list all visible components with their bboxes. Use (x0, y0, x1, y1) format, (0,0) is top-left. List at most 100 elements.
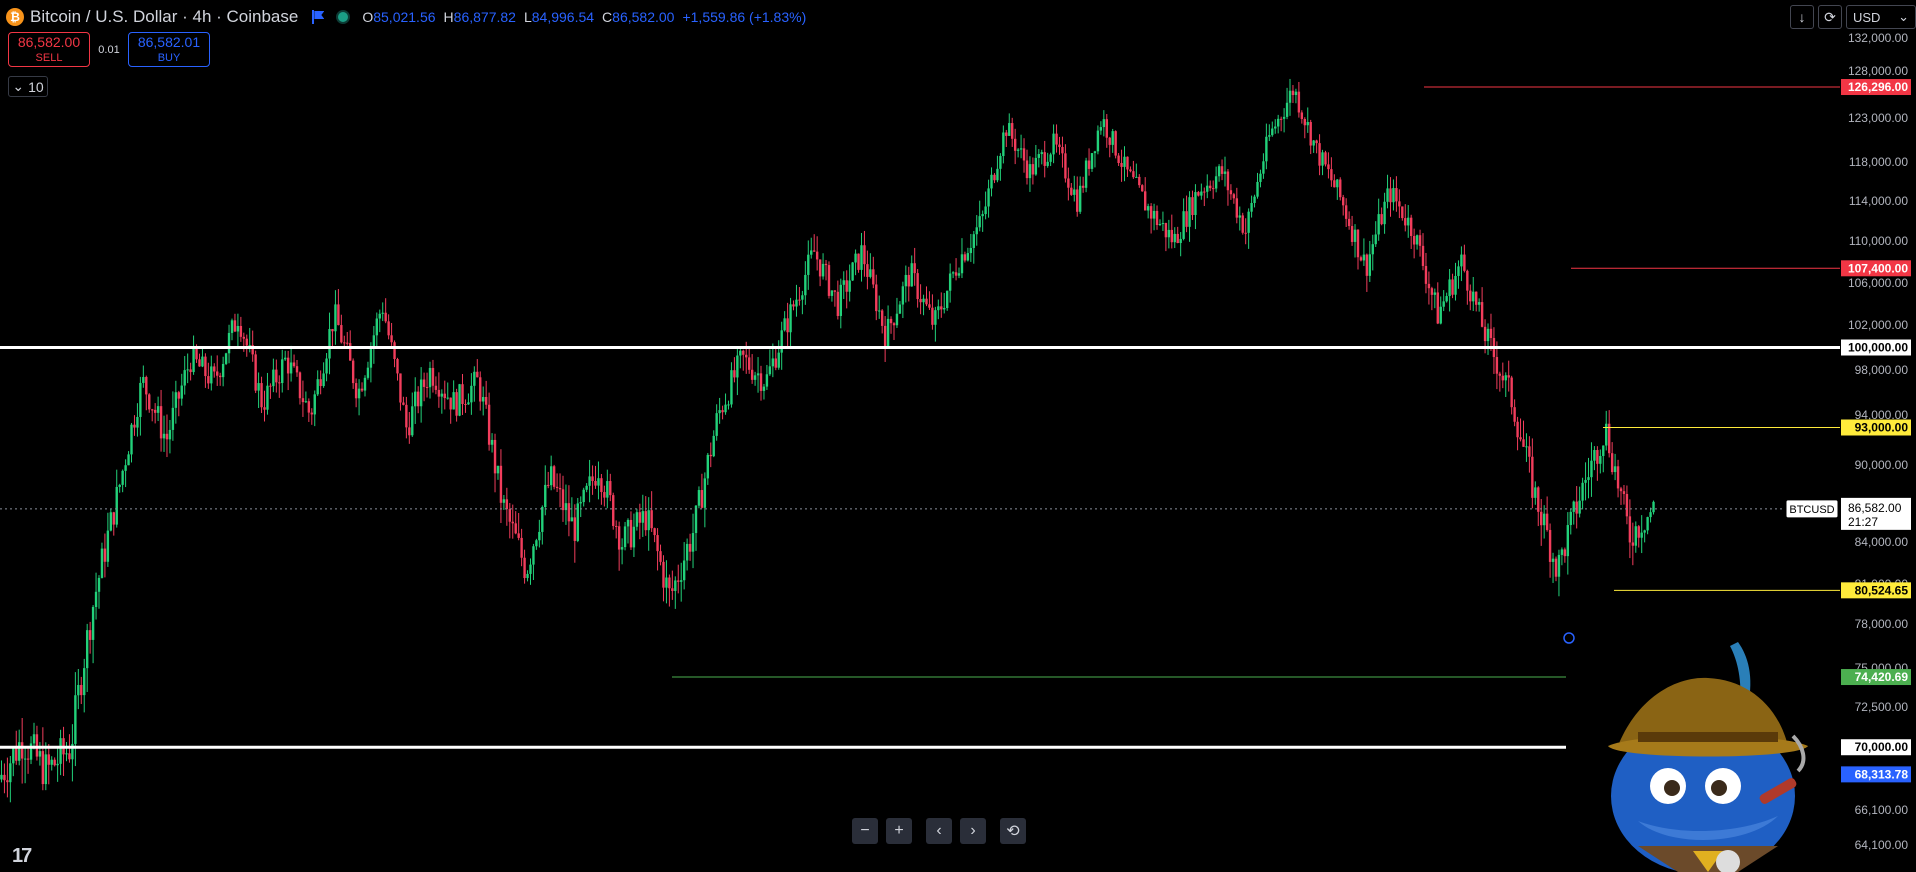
candle-body (1037, 154, 1041, 158)
candle-body (112, 512, 115, 525)
candle-body (127, 454, 130, 466)
alert-circle-icon[interactable] (1563, 632, 1575, 644)
candle-body (1572, 501, 1575, 512)
level-label: 70,000.00 (1855, 740, 1909, 754)
candle-body (1158, 223, 1162, 226)
candle-body (526, 573, 529, 579)
zoom-in-button[interactable]: + (886, 818, 912, 844)
flag-icon[interactable] (312, 10, 324, 24)
candle-body (839, 284, 842, 316)
candle-body (396, 359, 399, 374)
candle-body (1315, 140, 1318, 144)
candle-body (130, 424, 133, 455)
axis-tick-label: 132,000.00 (1848, 31, 1908, 45)
candle-body (1179, 238, 1182, 244)
fish-mascot-with-hat-icon (1608, 642, 1808, 872)
candle-body (1105, 119, 1108, 138)
candle-body (275, 369, 278, 383)
price-axis[interactable]: 132,000.00 128,000.00 123,000.00 118,000.00… (1841, 31, 1911, 852)
candle-body (434, 385, 438, 390)
candle-body (1034, 157, 1038, 175)
scroll-right-button[interactable]: › (960, 818, 986, 844)
candle-body (227, 332, 231, 354)
ohlc-low-label: L (523, 9, 532, 25)
candle-body (337, 304, 340, 326)
refresh-button[interactable]: ⟳ (1818, 5, 1842, 29)
candle-body (1404, 218, 1407, 226)
candle-body (198, 359, 201, 367)
sell-button[interactable]: 86,582.00 SELL (8, 32, 90, 67)
candle-body (1649, 512, 1652, 518)
candle-body (759, 373, 763, 391)
candle-body (1436, 292, 1439, 324)
zoom-out-button[interactable]: − (852, 818, 878, 844)
candle-body (366, 367, 370, 378)
candle-body (1040, 152, 1043, 155)
candle-body (443, 393, 446, 399)
candle-body (541, 507, 544, 532)
candle-body (1132, 171, 1135, 178)
candle-body (1214, 176, 1218, 189)
candle-body (632, 526, 636, 548)
candle-body (1362, 254, 1366, 261)
candle-body (925, 298, 928, 305)
candle-body (1126, 156, 1129, 170)
candle-body (1081, 185, 1085, 188)
candle-body (993, 174, 996, 181)
reset-chart-button[interactable]: ⟲ (1000, 818, 1026, 844)
candle-body (402, 402, 405, 405)
axis-tick-label: 102,000.00 (1848, 318, 1908, 332)
candle-body (186, 369, 189, 371)
candle-body (1368, 254, 1372, 276)
candle-body (50, 759, 53, 765)
chevron-down-icon: ⌄ (1898, 9, 1909, 24)
candle-body (20, 742, 24, 759)
candle-body (756, 373, 760, 376)
candle-body (1415, 235, 1419, 245)
candle-body (1182, 211, 1185, 239)
candle-body (1111, 131, 1114, 145)
quantity-selector[interactable]: ⌄ 10 (8, 76, 48, 97)
candle-body (316, 379, 319, 395)
candle-body (23, 758, 27, 760)
candle-body (1584, 479, 1587, 483)
candle-body (1563, 549, 1567, 557)
candle-body (1327, 164, 1330, 170)
axis-tick-label: 66,100.00 (1855, 803, 1909, 817)
candle-body (408, 427, 411, 436)
candle-body (1540, 511, 1543, 526)
candle-body (1244, 232, 1247, 234)
candle-body (677, 580, 680, 582)
chevron-right-icon: › (970, 822, 976, 839)
candle-body (233, 320, 237, 332)
candle-body (937, 306, 940, 311)
candle-body (142, 377, 145, 383)
candle-body (1560, 549, 1564, 555)
candle-body (1534, 487, 1537, 498)
candle-body (886, 318, 890, 348)
candle-body (32, 734, 36, 744)
candle-body (931, 307, 934, 325)
candle-body (535, 540, 538, 547)
candle-body (1090, 153, 1094, 169)
candle-body (192, 347, 195, 373)
candle-body (1389, 188, 1392, 203)
buy-button[interactable]: 86,582.01 BUY (128, 32, 210, 67)
candle-body (609, 481, 612, 496)
tradingview-logo-icon[interactable]: 17 (12, 845, 32, 868)
symbol-header: ₿ Bitcoin / U.S. Dollar · 4h · Coinbase … (6, 6, 806, 28)
candle-body (529, 564, 532, 574)
currency-select[interactable]: USD ⌄ (1846, 5, 1916, 29)
symbol-title[interactable]: Bitcoin / U.S. Dollar · 4h · Coinbase (30, 7, 298, 27)
candle-body (1477, 302, 1481, 305)
candle-body (1554, 558, 1558, 577)
ohlc-open-value: 85,021.56 (373, 9, 436, 25)
download-button[interactable]: ↓ (1790, 5, 1814, 29)
trade-panel: 86,582.00 SELL 0.01 86,582.01 BUY (8, 32, 210, 67)
candle-body (594, 480, 597, 486)
candle-body (653, 528, 656, 536)
scroll-left-button[interactable]: ‹ (926, 818, 952, 844)
candle-body (588, 476, 591, 486)
axis-tick-label: 84,000.00 (1855, 535, 1909, 549)
market-status-icon[interactable] (336, 10, 351, 24)
